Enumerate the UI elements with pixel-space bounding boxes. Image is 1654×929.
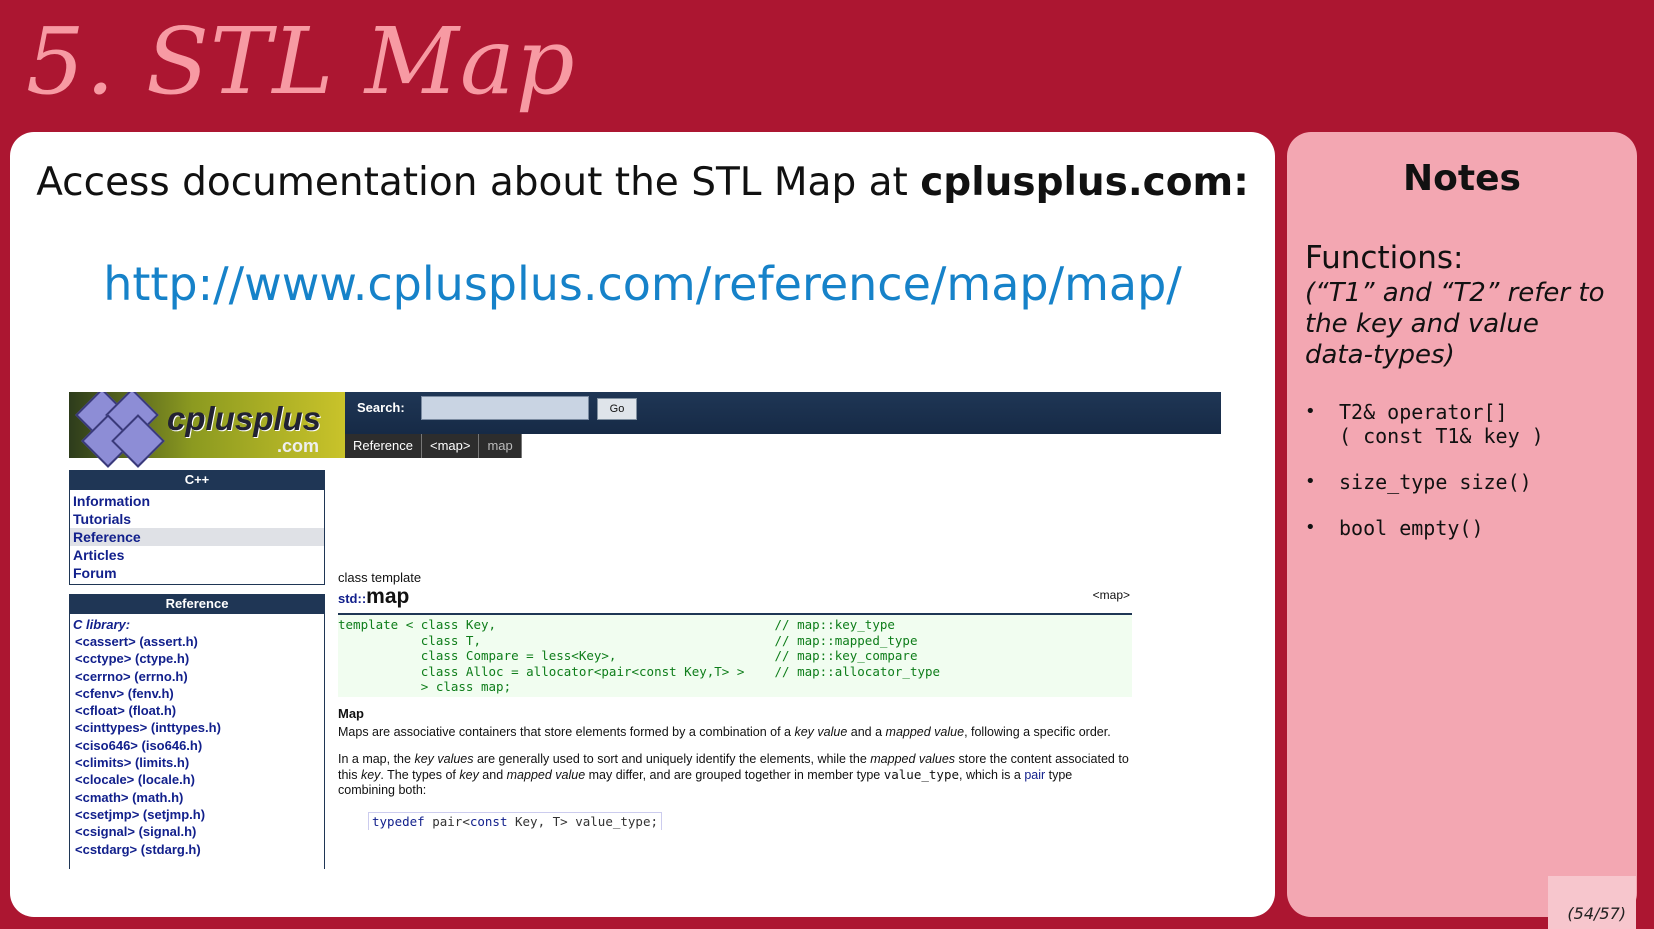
go-button[interactable]: Go bbox=[597, 398, 637, 420]
text: Maps are associative containers that sto… bbox=[338, 724, 795, 739]
code-keyword: typedef bbox=[372, 813, 425, 829]
doc-content: class template std::map <map> template <… bbox=[338, 570, 1132, 831]
headline: Access documentation about the STL Map a… bbox=[10, 160, 1275, 205]
code-line: class Alloc = allocator<pair<const Key,T… bbox=[338, 663, 941, 679]
text: In a map, the bbox=[338, 751, 415, 766]
text: are generally used to sort and uniquely … bbox=[473, 751, 871, 766]
function-item: bool empty() bbox=[1305, 516, 1544, 540]
site-logo[interactable]: cplusplus .com bbox=[69, 392, 345, 468]
reference-box: C library: <cassert> (assert.h) <cctype>… bbox=[69, 614, 325, 869]
nav-item-articles[interactable]: Articles bbox=[70, 546, 324, 564]
logo-domain: .com bbox=[277, 436, 320, 456]
lib-item-cinttypes[interactable]: <cinttypes> (inttypes.h) bbox=[70, 719, 324, 736]
class-template-label: class template bbox=[338, 570, 422, 585]
nav-item-information[interactable]: Information bbox=[70, 492, 324, 510]
text: , which is a bbox=[959, 767, 1025, 782]
text-italic: key value bbox=[794, 724, 848, 739]
code-inline: value_type bbox=[883, 766, 959, 782]
breadcrumb: Reference <map> map bbox=[345, 434, 522, 458]
breadcrumb-map-header[interactable]: <map> bbox=[422, 434, 480, 458]
doc-title: std::map bbox=[338, 585, 1132, 609]
notes-subtitle: Functions: bbox=[1305, 240, 1464, 276]
breadcrumb-map: map bbox=[479, 434, 522, 458]
function-item: T2& operator[] ( const T1& key ) bbox=[1305, 400, 1544, 448]
text: . The types of bbox=[380, 767, 460, 782]
lib-item-csignal[interactable]: <csignal> (signal.h) bbox=[70, 823, 324, 840]
header-tag[interactable]: <map> bbox=[1093, 588, 1130, 602]
c-library-title[interactable]: C library: bbox=[70, 614, 324, 633]
text: and bbox=[478, 767, 507, 782]
text: , following a specific order. bbox=[964, 724, 1111, 739]
code-text: Key, T> value_type; bbox=[507, 813, 658, 829]
headline-text: Access documentation about the STL Map a… bbox=[36, 160, 921, 205]
nav-item-reference[interactable]: Reference bbox=[70, 528, 324, 546]
nav-header: C++ bbox=[69, 470, 325, 490]
logo-text: cplusplus bbox=[167, 400, 322, 437]
text-italic: mapped value bbox=[885, 724, 965, 739]
nav-box: Information Tutorials Reference Articles… bbox=[69, 490, 325, 585]
lib-item-clocale[interactable]: <clocale> (locale.h) bbox=[70, 771, 324, 788]
documentation-link[interactable]: http://www.cplusplus.com/reference/map/m… bbox=[10, 257, 1275, 311]
lib-item-cfloat[interactable]: <cfloat> (float.h) bbox=[70, 702, 324, 719]
description-paragraph-1: Maps are associative containers that sto… bbox=[338, 725, 1132, 740]
code-keyword: const bbox=[469, 813, 508, 829]
code-declaration: template < class Key, // map::key_type c… bbox=[338, 613, 1132, 697]
lib-item-cstdarg[interactable]: <cstdarg> (stdarg.h) bbox=[70, 841, 324, 858]
code-line: class T, // map::mapped_type bbox=[338, 632, 918, 648]
code-line: class Compare = less<Key>, // map::key_c… bbox=[338, 648, 918, 663]
lib-item-ciso646[interactable]: <ciso646> (iso646.h) bbox=[70, 737, 324, 754]
text-italic: key bbox=[360, 767, 381, 782]
text-italic: mapped value bbox=[506, 767, 586, 782]
nav-item-forum[interactable]: Forum bbox=[70, 564, 324, 582]
lib-item-cassert[interactable]: <cassert> (assert.h) bbox=[70, 633, 324, 650]
function-item: size_type size() bbox=[1305, 470, 1544, 494]
text: and a bbox=[847, 724, 886, 739]
text-italic: mapped values bbox=[870, 751, 956, 766]
pair-link[interactable]: pair bbox=[1024, 768, 1045, 782]
lib-item-cmath[interactable]: <cmath> (math.h) bbox=[70, 789, 324, 806]
lib-item-climits[interactable]: <climits> (limits.h) bbox=[70, 754, 324, 771]
class-name: map bbox=[366, 585, 410, 608]
main-panel: Access documentation about the STL Map a… bbox=[10, 132, 1275, 917]
search-input[interactable] bbox=[421, 396, 589, 420]
text-italic: key values bbox=[414, 751, 474, 766]
headline-site: cplusplus.com: bbox=[920, 160, 1249, 205]
description-paragraph-2: In a map, the key values are generally u… bbox=[338, 752, 1132, 798]
notes-panel: Notes Functions: (“T1” and “T2” refer to… bbox=[1287, 132, 1637, 917]
website-screenshot: cplusplus .com Search: Go Reference <map… bbox=[69, 392, 1221, 869]
slide-title: 5. STL Map bbox=[26, 8, 576, 115]
search-label: Search: bbox=[357, 400, 405, 415]
text: may differ, and are grouped together in … bbox=[585, 767, 884, 782]
site-sidebar: C++ Information Tutorials Reference Arti… bbox=[69, 470, 325, 869]
lib-item-cerrno[interactable]: <cerrno> (errno.h) bbox=[70, 668, 324, 685]
code-line: > class map; bbox=[338, 679, 512, 694]
code-line: template < class Key, // map::key_type bbox=[338, 617, 895, 632]
notes-explanation: (“T1” and “T2” refer to the key and valu… bbox=[1305, 278, 1605, 370]
function-list: T2& operator[] ( const T1& key ) size_ty… bbox=[1305, 400, 1544, 562]
namespace-label: std:: bbox=[338, 591, 367, 606]
breadcrumb-reference[interactable]: Reference bbox=[345, 434, 422, 458]
code-text: pair< bbox=[424, 813, 470, 829]
lib-item-cctype[interactable]: <cctype> (ctype.h) bbox=[70, 650, 324, 667]
page-number: (54/57) bbox=[1548, 876, 1636, 929]
typedef-code: typedef pair<const Key, T> value_type; bbox=[368, 811, 662, 830]
nav-item-tutorials[interactable]: Tutorials bbox=[70, 510, 324, 528]
notes-title: Notes bbox=[1403, 158, 1521, 199]
text-italic: key bbox=[459, 767, 479, 782]
lib-item-cfenv[interactable]: <cfenv> (fenv.h) bbox=[70, 685, 324, 702]
section-title: Map bbox=[338, 705, 364, 721]
reference-header: Reference bbox=[69, 594, 325, 614]
lib-item-csetjmp[interactable]: <csetjmp> (setjmp.h) bbox=[70, 806, 324, 823]
